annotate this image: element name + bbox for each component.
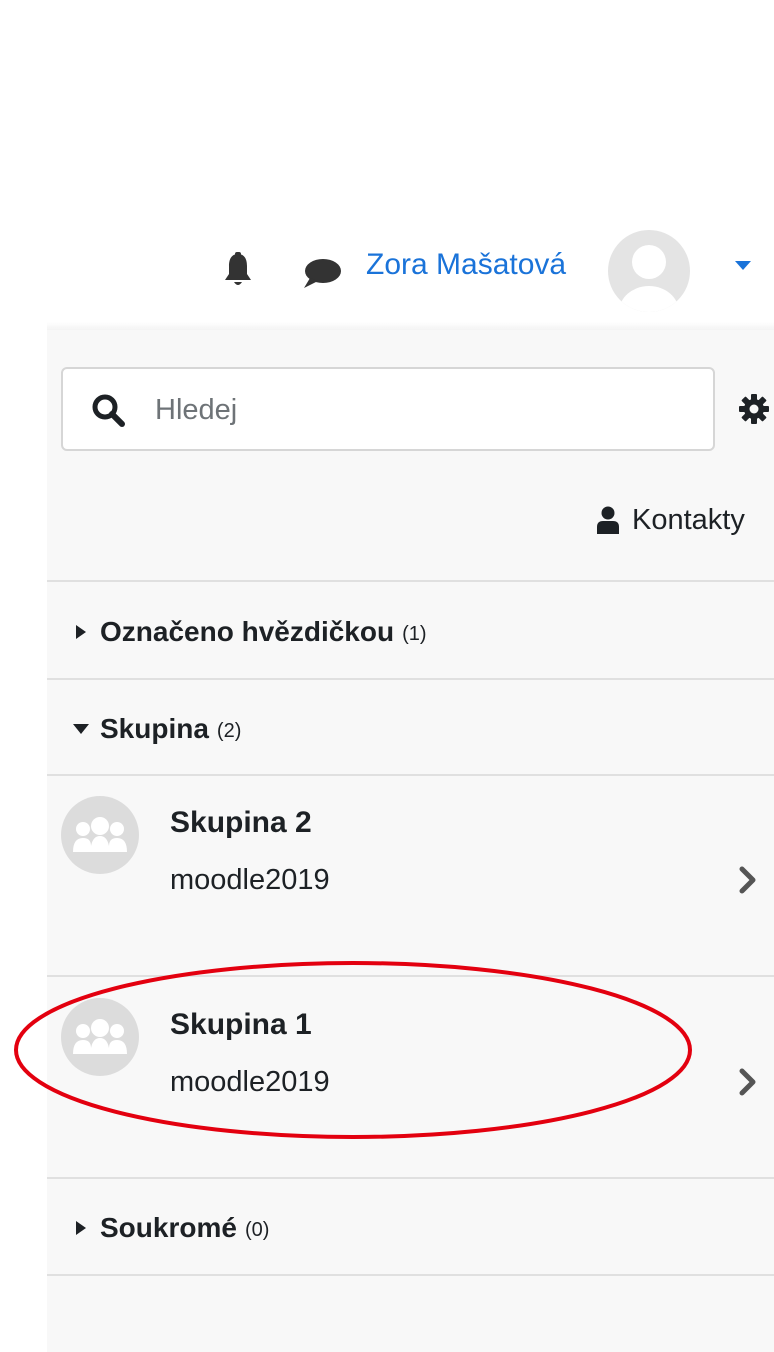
default-user-icon xyxy=(619,245,679,312)
conversation-item[interactable]: Skupina 2 moodle2019 xyxy=(47,778,774,908)
conversation-subtitle: moodle2019 xyxy=(170,864,330,896)
bell-icon[interactable] xyxy=(222,252,254,288)
contacts-link[interactable]: Kontakty xyxy=(596,498,745,542)
user-menu-name[interactable]: Zora Mašatová xyxy=(366,248,566,282)
caret-down-icon xyxy=(73,724,89,734)
conversation-name: Skupina 2 xyxy=(170,806,312,839)
caret-right-icon xyxy=(76,625,86,639)
gear-icon[interactable] xyxy=(738,393,770,425)
section-group-title: Skupina xyxy=(100,713,209,744)
user-icon xyxy=(597,506,619,534)
section-starred-toggle[interactable]: Označeno hvězdičkou (1) xyxy=(72,607,427,657)
section-private-title: Soukromé xyxy=(100,1212,237,1243)
section-private-count: (0) xyxy=(244,1218,270,1241)
chevron-right-icon xyxy=(739,1068,756,1096)
divider xyxy=(47,1274,774,1276)
contacts-label: Kontakty xyxy=(632,503,745,536)
conversation-item[interactable]: Skupina 1 moodle2019 xyxy=(47,980,774,1110)
section-private-toggle[interactable]: Soukromé (0) xyxy=(72,1203,269,1253)
search-input[interactable] xyxy=(153,383,697,437)
group-icon xyxy=(73,817,127,852)
page: Zora Mašatová Hledej Kontakty Označeno h… xyxy=(0,0,774,1352)
divider xyxy=(47,580,774,582)
caret-down-icon[interactable] xyxy=(735,261,751,271)
divider xyxy=(47,975,774,977)
caret-right-icon xyxy=(76,1221,86,1235)
section-starred-count: (1) xyxy=(402,622,427,645)
group-avatar xyxy=(61,796,139,874)
group-icon xyxy=(73,1019,127,1054)
section-group-count: (2) xyxy=(216,719,242,742)
search-icon xyxy=(92,394,125,427)
section-starred-title: Označeno hvězdičkou xyxy=(100,616,395,647)
user-avatar[interactable] xyxy=(608,230,690,312)
group-avatar xyxy=(61,998,139,1076)
chat-icon[interactable] xyxy=(302,256,342,290)
chevron-right-icon xyxy=(739,866,756,894)
conversation-subtitle: moodle2019 xyxy=(170,1066,330,1098)
search-box[interactable] xyxy=(61,367,715,451)
section-group-toggle[interactable]: Skupina (2) xyxy=(72,704,241,754)
top-navbar: Zora Mašatová xyxy=(0,0,774,330)
divider xyxy=(47,1177,774,1179)
conversation-name: Skupina 1 xyxy=(170,1008,312,1041)
divider xyxy=(47,678,774,680)
divider xyxy=(47,774,774,776)
